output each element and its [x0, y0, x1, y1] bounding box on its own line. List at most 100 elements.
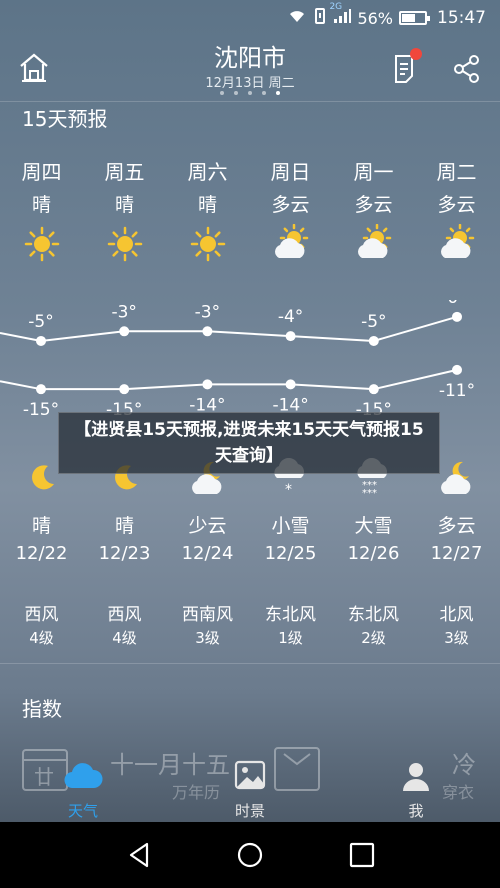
forecast-night-weather: 晴 — [114, 515, 134, 537]
low-temp-point — [368, 384, 379, 395]
page-indicator — [0, 91, 500, 95]
forecast-wind-direction: 西风 — [107, 605, 142, 625]
cloud-icon — [63, 760, 103, 796]
vibrate-icon — [313, 8, 327, 28]
forecast-weekday: 周六 — [187, 160, 228, 184]
high-temp-point — [36, 335, 46, 346]
high-temp-point — [202, 326, 213, 337]
network-type: 2G — [329, 2, 343, 12]
forecast-wind-direction: 西南风 — [182, 605, 233, 625]
battery-icon — [399, 11, 430, 25]
back-icon[interactable] — [125, 840, 155, 870]
low-temp-point — [202, 379, 213, 390]
page-dot — [234, 91, 238, 95]
forecast-wind-level: 3级 — [195, 629, 220, 647]
forecast-title: 15天预报 — [22, 107, 108, 131]
high-temp-label: 0° — [447, 300, 466, 308]
forecast-weekday: 周二 — [436, 160, 477, 184]
partly-cloudy-icon — [332, 224, 415, 264]
high-temp-point — [452, 311, 462, 322]
forecast-date: 12/25 — [264, 543, 317, 564]
high-temp-label: -4° — [278, 307, 303, 327]
tab-label: 时景 — [234, 802, 265, 820]
forecast-wind-level: 2级 — [361, 629, 386, 647]
forecast-date: 12/23 — [98, 543, 151, 564]
high-temp-label: -3° — [195, 302, 220, 322]
sun-icon — [0, 224, 83, 264]
forecast-wind-direction: 东北风 — [348, 605, 399, 625]
article-title-banner: 【进贤县15天预报,进贤未来15天天气预报15天查询】 — [58, 412, 440, 474]
signal-icon: 2G — [329, 2, 352, 28]
current-date: 12月13日 周二 — [205, 76, 295, 91]
photo-icon — [234, 760, 266, 794]
header: 沈阳市 12月13日 周二 — [0, 36, 500, 102]
forecast-wind-direction: 东北风 — [265, 605, 316, 625]
forecast-wind-level: 1级 — [278, 629, 303, 647]
forecast-night-weather: 小雪 — [271, 515, 310, 537]
tab-scenes[interactable]: 时景 — [200, 752, 300, 822]
forecast-date: 12/22 — [15, 543, 68, 564]
person-icon — [400, 760, 432, 796]
forecast-day-weather: 晴 — [114, 194, 134, 216]
low-temp-line — [0, 368, 458, 391]
sun-icon — [83, 224, 166, 264]
status-bar: 2G 56% 15:47 — [0, 0, 500, 36]
share-icon[interactable] — [452, 54, 482, 84]
high-temp-label: -3° — [111, 302, 136, 322]
high-temp-point — [119, 326, 130, 337]
forecast-weekday: 周日 — [270, 160, 311, 184]
forecast-date: 12/26 — [347, 543, 400, 564]
tab-me[interactable]: 我 — [366, 752, 466, 822]
forecast-day-weather: 多云 — [437, 194, 476, 216]
svg-text:*: * — [285, 482, 292, 498]
forecast-night-weather: 多云 — [437, 515, 476, 537]
tab-bar: 天气 时景 我 — [0, 752, 500, 822]
forecast-weekday: 周四 — [21, 160, 62, 184]
tab-label: 天气 — [67, 802, 98, 820]
forecast-night-weather: 晴 — [31, 515, 51, 537]
home-nav-icon[interactable] — [235, 840, 265, 870]
forecast-day-weather: 多云 — [354, 194, 393, 216]
tab-label: 我 — [408, 802, 424, 820]
divider — [0, 663, 500, 664]
forecast-wind-level: 3级 — [444, 629, 469, 647]
sun-icon — [166, 224, 249, 264]
forecast-date: 12/24 — [181, 543, 234, 564]
tab-weather[interactable]: 天气 — [33, 752, 133, 822]
wifi-icon — [287, 8, 307, 28]
forecast-date: 12/27 — [430, 543, 483, 564]
forecast-wind-level: 4级 — [29, 629, 54, 647]
temperature-chart: -5°-3°-3°-4°-5°0°-15°-15°-14°-14°-15°-11… — [0, 300, 475, 420]
low-temp-point — [119, 384, 130, 395]
page-dot — [262, 91, 266, 95]
low-temp-point — [36, 384, 46, 395]
low-temp-label: -15° — [23, 400, 59, 420]
forecast-wind-level: 4级 — [112, 629, 137, 647]
high-temp-point — [285, 331, 296, 342]
system-navigation-bar — [0, 822, 500, 888]
forecast-night-weather: 少云 — [188, 515, 227, 537]
clock: 15:47 — [437, 8, 486, 28]
svg-text:***: *** — [362, 488, 377, 498]
high-temp-label: -5° — [361, 312, 386, 332]
notification-dot — [410, 48, 422, 60]
forecast-wind-direction: 北风 — [439, 605, 474, 625]
forecast-weekday: 周五 — [104, 160, 145, 184]
forecast-day-weather: 晴 — [31, 194, 51, 216]
low-temp-label: -11° — [439, 381, 475, 401]
city-title[interactable]: 沈阳市 — [0, 38, 500, 73]
low-temp-point — [285, 379, 296, 390]
partly-cloudy-icon — [415, 224, 498, 264]
forecast-day-weather: 晴 — [197, 194, 217, 216]
high-temp-point — [368, 335, 379, 346]
high-temp-label: -5° — [28, 312, 53, 332]
partly-cloudy-icon — [249, 224, 332, 264]
page-dot-active — [276, 91, 280, 95]
recent-apps-icon[interactable] — [347, 840, 377, 870]
battery-percent: 56% — [357, 8, 393, 28]
low-temp-point — [452, 364, 462, 375]
forecast-weekday: 周一 — [353, 160, 394, 184]
divider — [0, 101, 500, 102]
forecast-day-weather: 多云 — [271, 194, 310, 216]
page-dot — [248, 91, 252, 95]
